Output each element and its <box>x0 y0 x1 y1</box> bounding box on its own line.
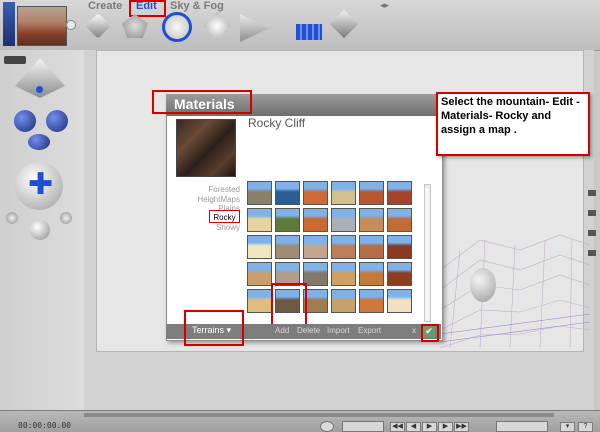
material-thumbnail[interactable] <box>359 289 384 313</box>
category-rocky-selected[interactable]: Rocky <box>209 210 240 223</box>
view-control-icon[interactable] <box>4 56 26 64</box>
category-forested[interactable]: Forested <box>200 185 240 194</box>
animation-options[interactable] <box>496 421 548 432</box>
material-thumbnail[interactable] <box>247 181 272 205</box>
materials-title-highlight <box>152 90 252 114</box>
material-thumbnail[interactable] <box>387 289 412 313</box>
timeline-scrubber[interactable] <box>84 413 554 417</box>
import-button[interactable]: Import <box>327 326 350 335</box>
material-thumbnail[interactable] <box>387 235 412 259</box>
ok-button-highlight <box>421 324 439 342</box>
preview-options-button[interactable] <box>66 20 76 30</box>
material-preview-image <box>176 119 236 177</box>
instruction-text: Select the mountain- Edit - Materials- R… <box>441 96 580 136</box>
material-thumbnail[interactable] <box>359 181 384 205</box>
scrollbar-thumb[interactable] <box>425 188 429 320</box>
sphere-object[interactable] <box>470 268 496 302</box>
material-thumbnail[interactable] <box>359 235 384 259</box>
zoom-sphere-icon[interactable] <box>30 220 50 240</box>
material-thumbnail[interactable] <box>247 208 272 232</box>
edge-tool-icon[interactable] <box>588 190 596 196</box>
camera-dot-icon <box>36 86 43 93</box>
material-thumbnail[interactable] <box>387 208 412 232</box>
trackball-icon[interactable] <box>28 134 50 150</box>
camera-controls-panel <box>0 50 85 431</box>
edit-materials-icon[interactable] <box>162 12 192 42</box>
zoom-in-icon[interactable] <box>60 212 72 224</box>
material-thumbnail[interactable] <box>247 235 272 259</box>
material-thumbnail[interactable] <box>303 235 328 259</box>
move-xz-icon[interactable] <box>14 110 36 132</box>
zoom-out-icon[interactable] <box>6 212 18 224</box>
material-thumbnail[interactable] <box>247 262 272 286</box>
tab-sky-fog[interactable]: Sky & Fog <box>170 0 224 12</box>
material-thumbnail[interactable] <box>359 208 384 232</box>
toolbar-arrows-icon[interactable]: ◂▸ <box>380 0 389 11</box>
cross-control-icon[interactable]: ✚ <box>28 170 53 200</box>
category-heightmaps[interactable]: HeightMaps <box>190 195 240 204</box>
material-thumbnail[interactable] <box>275 235 300 259</box>
edge-tool-icon[interactable] <box>588 210 596 216</box>
category-snowy[interactable]: Snowy <box>200 223 240 232</box>
key-navigation[interactable] <box>342 421 384 432</box>
material-thumbnail[interactable] <box>303 208 328 232</box>
record-key-icon[interactable] <box>320 421 334 432</box>
cancel-button[interactable]: x <box>412 326 416 335</box>
material-thumbnail[interactable] <box>387 181 412 205</box>
material-thumbnail[interactable] <box>275 181 300 205</box>
terrains-highlight <box>184 310 244 346</box>
nano-preview-thumbnail[interactable] <box>17 6 67 46</box>
material-thumbnail[interactable] <box>331 208 356 232</box>
wireframe-terrain[interactable] <box>440 230 590 348</box>
delete-button[interactable]: Delete <box>297 326 320 335</box>
nano-preview-icon[interactable] <box>3 2 15 46</box>
export-button[interactable]: Export <box>358 326 381 335</box>
move-y-icon[interactable] <box>46 110 68 132</box>
timecode-readout: 00:00:00.00 <box>18 421 71 430</box>
material-thumbnail[interactable] <box>331 262 356 286</box>
add-button[interactable]: Add <box>275 326 289 335</box>
material-thumbnail[interactable] <box>331 181 356 205</box>
material-thumbnail[interactable] <box>359 262 384 286</box>
material-thumbnail[interactable] <box>331 289 356 313</box>
material-thumbnail[interactable] <box>247 289 272 313</box>
tab-create[interactable]: Create <box>88 0 122 12</box>
material-thumbnail[interactable] <box>331 235 356 259</box>
terrain-editor-icon[interactable] <box>296 24 322 40</box>
selected-thumbnail-highlight <box>271 283 307 330</box>
material-thumbnail[interactable] <box>303 181 328 205</box>
material-name: Rocky Cliff <box>248 116 306 130</box>
material-thumbnail[interactable] <box>387 262 412 286</box>
material-thumbnail[interactable] <box>275 208 300 232</box>
